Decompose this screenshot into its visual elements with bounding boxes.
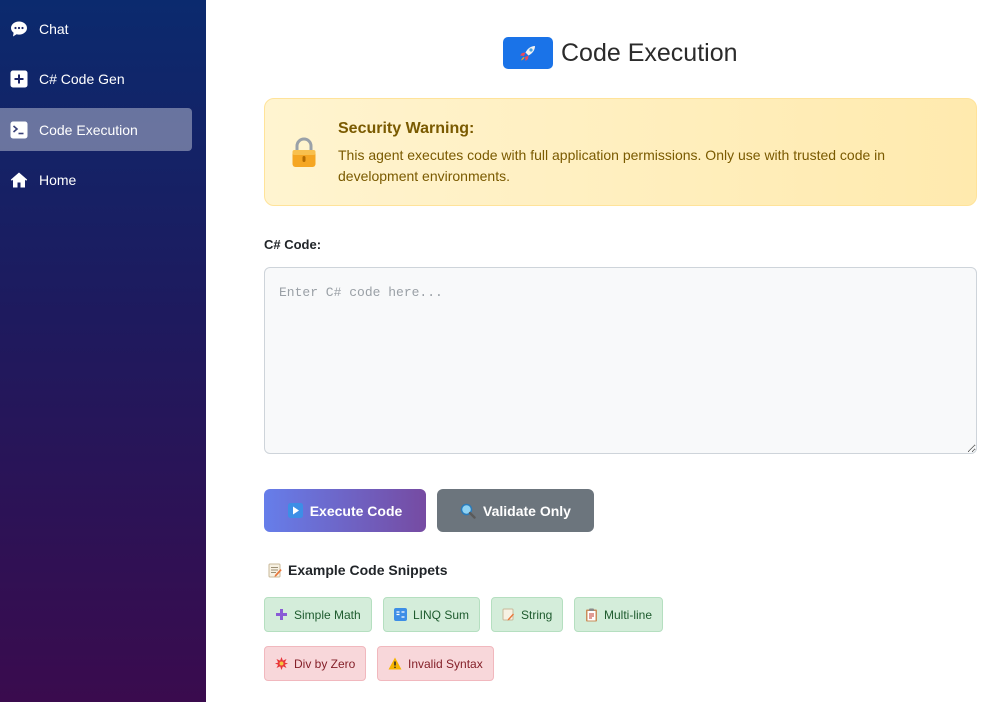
snippet-multi-line[interactable]: Multi-line — [574, 597, 664, 632]
clipboard-icon — [585, 608, 598, 622]
memo-icon — [268, 563, 282, 578]
execute-code-button[interactable]: Execute Code — [264, 489, 426, 532]
chat-bubble-icon — [10, 20, 28, 38]
code-label: C# Code: — [264, 237, 322, 252]
snippets-heading: Example Code Snippets — [268, 562, 447, 578]
snippet-label: String — [521, 607, 553, 622]
snippets-title: Example Code Snippets — [288, 562, 448, 578]
plus-square-icon — [10, 70, 28, 88]
snippet-label: Div by Zero — [294, 656, 356, 671]
validate-only-label: Validate Only — [483, 502, 571, 519]
snippet-label: Simple Math — [294, 607, 361, 622]
warning-message: This agent executes code with full appli… — [338, 147, 886, 184]
terminal-icon — [10, 121, 28, 139]
page-title: Code Execution — [503, 37, 738, 69]
snippet-label: LINQ Sum — [413, 607, 470, 622]
snippet-label: Multi-line — [604, 607, 653, 622]
validate-only-button[interactable]: Validate Only — [437, 489, 594, 532]
page-title-text: Code Execution — [561, 38, 738, 67]
sidebar-item-code-gen[interactable]: C# Code Gen — [0, 57, 192, 100]
code-input[interactable] — [264, 267, 977, 454]
snippet-label: Invalid Syntax — [408, 656, 483, 671]
plus-icon — [275, 608, 288, 621]
security-warning: Security Warning: This agent executes co… — [264, 98, 977, 206]
sidebar: Chat C# Code Gen Code Execution Home — [0, 0, 206, 702]
sidebar-item-home[interactable]: Home — [0, 158, 192, 201]
execute-code-label: Execute Code — [309, 502, 403, 519]
snippet-invalid-syntax[interactable]: Invalid Syntax — [377, 646, 494, 681]
lock-icon — [291, 137, 317, 169]
sidebar-item-label: Code Execution — [39, 121, 138, 138]
warning-title: Security Warning: — [338, 120, 475, 137]
warning-icon — [388, 657, 402, 670]
sidebar-item-label: Chat — [39, 20, 69, 37]
snippet-string[interactable]: String — [491, 597, 564, 632]
snippet-simple-math[interactable]: Simple Math — [264, 597, 372, 632]
snippet-linq-sum[interactable]: LINQ Sum — [383, 597, 481, 632]
home-icon — [10, 171, 28, 189]
sidebar-item-chat[interactable]: Chat — [0, 7, 192, 50]
memo-icon — [502, 608, 515, 621]
snippet-div-by-zero[interactable]: Div by Zero — [264, 646, 367, 681]
magnifier-icon — [460, 503, 476, 519]
numbers-icon — [394, 608, 407, 621]
play-icon — [287, 503, 303, 518]
sidebar-item-label: Home — [39, 171, 77, 188]
rocket-icon — [503, 37, 553, 69]
sidebar-item-label: C# Code Gen — [39, 70, 125, 87]
sidebar-item-code-execution[interactable]: Code Execution — [0, 108, 192, 151]
explosion-icon — [275, 657, 288, 670]
